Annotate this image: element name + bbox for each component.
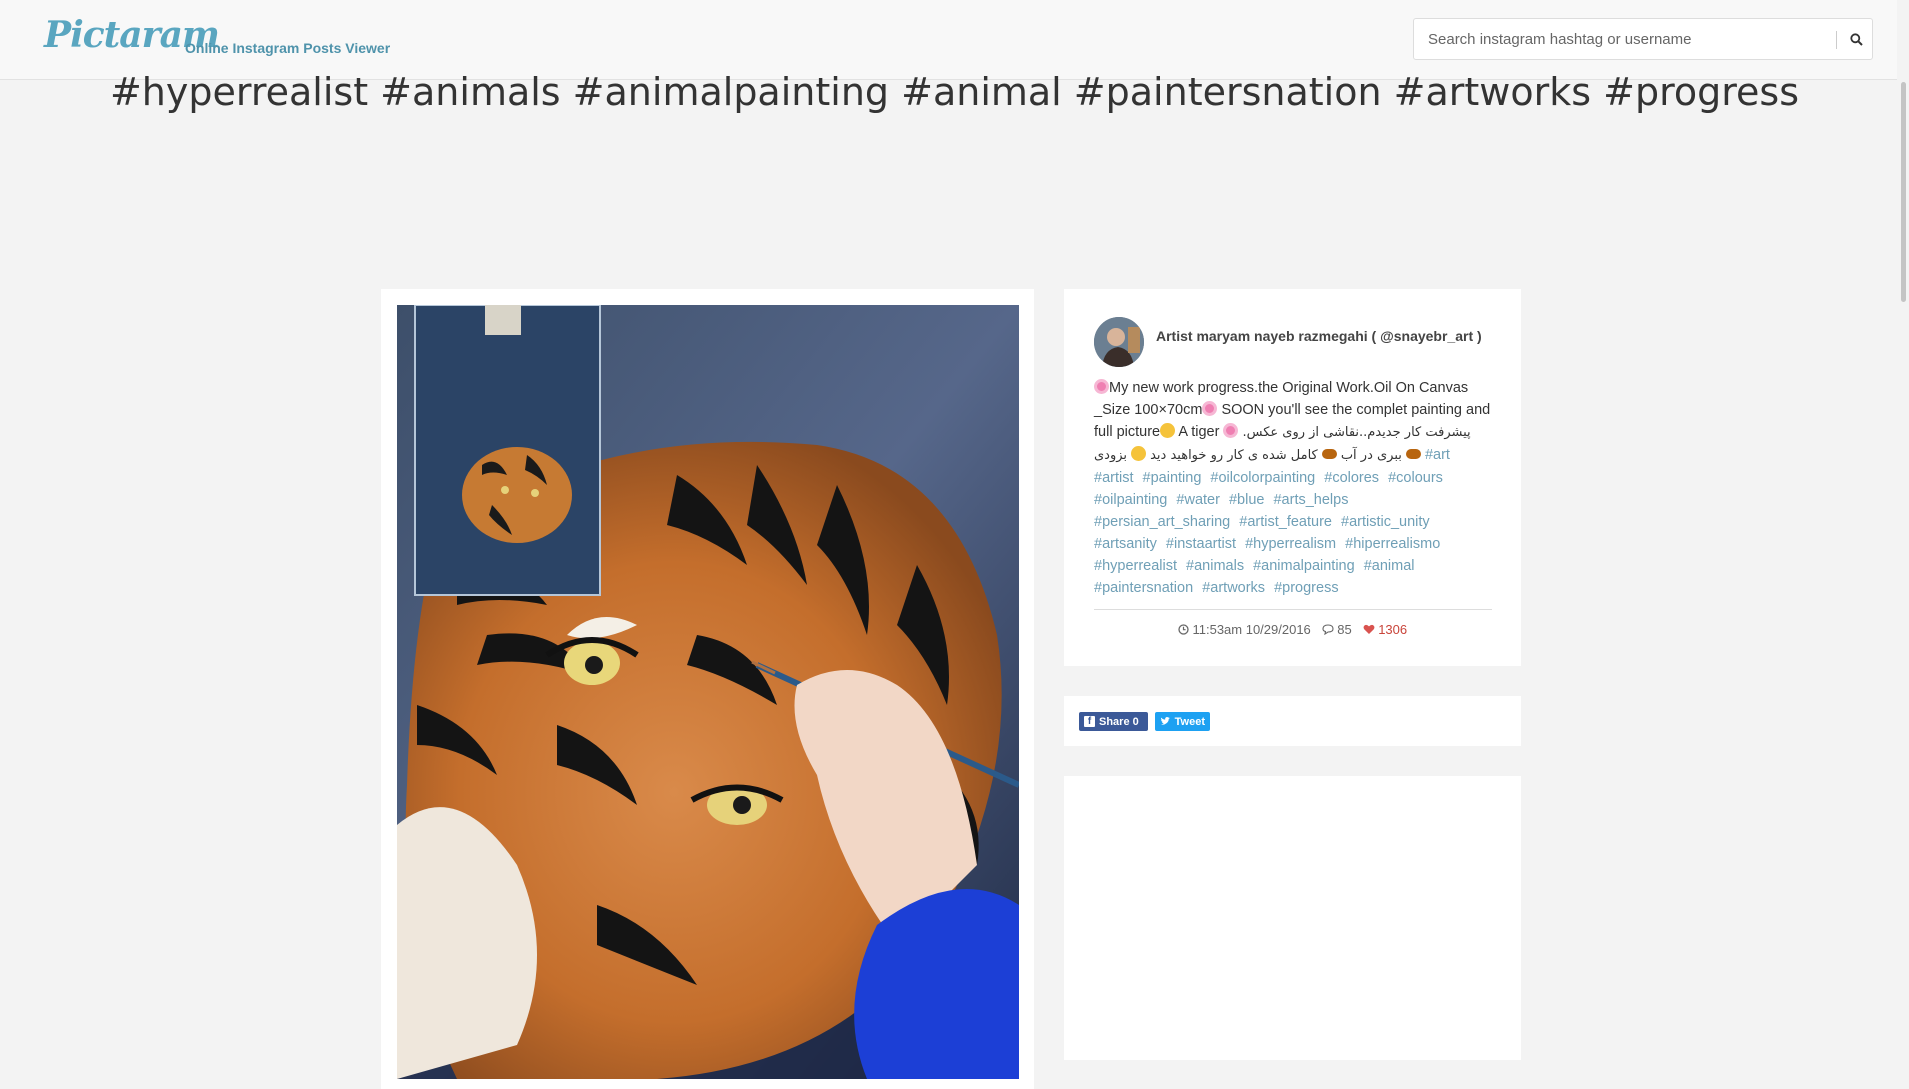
post-time: 11:53am 10/29/2016 bbox=[1192, 622, 1311, 637]
site-tagline: Online Instagram Posts Viewer bbox=[185, 40, 391, 56]
comment-count: 85 bbox=[1337, 622, 1352, 637]
page-title: #hyperrealist #animals #animalpainting #… bbox=[109, 70, 1800, 114]
twitter-icon bbox=[1160, 717, 1170, 725]
comment-icon bbox=[1322, 624, 1334, 636]
hashtag-link[interactable]: #hyperrealist bbox=[1094, 558, 1177, 574]
search-input[interactable] bbox=[1414, 19, 1834, 59]
hashtag-link[interactable]: #hiperrealismo bbox=[1345, 536, 1440, 552]
hashtag-link[interactable]: #hyperrealism bbox=[1245, 536, 1336, 552]
hashtag-link[interactable]: #paintersnation bbox=[1094, 580, 1193, 596]
scrollbar-thumb[interactable] bbox=[1901, 82, 1906, 302]
search-icon bbox=[1849, 32, 1863, 46]
post-image-panel bbox=[381, 289, 1034, 1089]
author-avatar[interactable] bbox=[1094, 317, 1144, 367]
caption-text-3: A tiger bbox=[1175, 424, 1224, 440]
hashtag-link[interactable]: #artistic_unity bbox=[1341, 514, 1430, 530]
facebook-icon: f bbox=[1084, 716, 1095, 727]
caption-persian-3: ببری در آب bbox=[1340, 448, 1402, 463]
search-box bbox=[1413, 18, 1873, 60]
hashtag-link[interactable]: #colores bbox=[1324, 470, 1379, 486]
card-divider bbox=[1094, 609, 1492, 610]
tiger-emoji-icon bbox=[1321, 449, 1337, 459]
post-image[interactable] bbox=[397, 305, 1019, 1079]
hashtag-link[interactable]: #animal bbox=[1364, 558, 1415, 574]
hashtag-link[interactable]: #instaartist bbox=[1166, 536, 1236, 552]
hashtag-link[interactable]: #persian_art_sharing bbox=[1094, 514, 1230, 530]
hashtag-link[interactable]: #oilcolorpainting bbox=[1210, 470, 1315, 486]
hashtag-link[interactable]: #arts_helps bbox=[1273, 492, 1348, 508]
hashtag-link[interactable]: #water bbox=[1176, 492, 1220, 508]
search-divider bbox=[1836, 31, 1837, 49]
advertisement-slot bbox=[1064, 776, 1521, 1060]
flower-emoji-icon bbox=[1094, 379, 1109, 394]
post-caption: My new work progress.the Original Work.O… bbox=[1094, 377, 1494, 599]
hashtag-link[interactable]: #artist bbox=[1094, 470, 1134, 486]
hashtag-link[interactable]: #colours bbox=[1388, 470, 1443, 486]
tweet-label: Tweet bbox=[1174, 715, 1205, 728]
heart-icon bbox=[1363, 624, 1375, 634]
author-name[interactable]: Artist maryam nayeb razmegahi ( @snayebr… bbox=[1156, 328, 1482, 344]
clock-icon bbox=[1178, 624, 1189, 635]
post-info-card: Artist maryam nayeb razmegahi ( @snayebr… bbox=[1064, 289, 1521, 666]
hashtag-list: #art #artist #painting #oilcolorpainting… bbox=[1094, 447, 1455, 596]
hashtag-link[interactable]: #art bbox=[1425, 447, 1450, 463]
like-count: 1306 bbox=[1378, 622, 1408, 637]
share-card: f Share 0 Tweet bbox=[1064, 696, 1521, 746]
flower-emoji-icon bbox=[1202, 401, 1218, 416]
site-header: Pictaram Online Instagram Posts Viewer bbox=[0, 0, 1909, 80]
hashtag-link[interactable]: #artist_feature bbox=[1239, 514, 1332, 530]
facebook-share-label: Share 0 bbox=[1099, 715, 1139, 728]
hashtag-link[interactable]: #painting bbox=[1143, 470, 1202, 486]
smile-emoji-icon bbox=[1131, 446, 1147, 461]
smile-emoji-icon bbox=[1160, 423, 1176, 438]
tweet-button[interactable]: Tweet bbox=[1155, 712, 1210, 731]
hashtag-link[interactable]: #artsanity bbox=[1094, 536, 1157, 552]
facebook-share-button[interactable]: f Share 0 bbox=[1079, 712, 1148, 731]
hashtag-link[interactable]: #animalpainting bbox=[1253, 558, 1355, 574]
hashtag-link[interactable]: #blue bbox=[1229, 492, 1264, 508]
page-scrollbar[interactable] bbox=[1897, 0, 1909, 1089]
hashtag-link[interactable]: #animals bbox=[1186, 558, 1244, 574]
hashtag-link[interactable]: #oilpainting bbox=[1094, 492, 1167, 508]
search-button[interactable] bbox=[1838, 19, 1874, 59]
flower-emoji-icon bbox=[1223, 423, 1239, 438]
hashtag-link[interactable]: #progress bbox=[1274, 580, 1338, 596]
tiger-emoji-icon bbox=[1405, 449, 1421, 459]
hashtag-link[interactable]: #artworks bbox=[1202, 580, 1265, 596]
caption-persian-2: کامل شده ی کار رو خواهید دید bbox=[1150, 448, 1318, 463]
post-meta: 11:53am 10/29/2016 85 1306 bbox=[1064, 622, 1521, 637]
